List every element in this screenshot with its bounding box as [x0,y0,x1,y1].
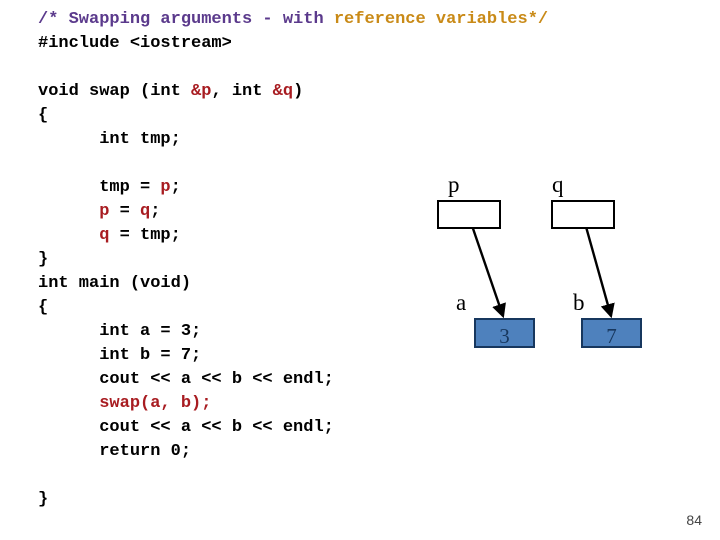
code-token: = [109,202,141,221]
code-token: int main (void) [38,274,192,293]
code-token: cout << a << b << endl; [38,418,334,437]
code-token: int a = 3; [38,322,202,341]
pointer-box-p [437,200,501,229]
code-token: void swap (int [38,82,192,101]
code-token: return 0; [38,442,192,461]
code-token: int b = 7; [38,346,202,365]
line-swap-call: swap(a, b); [38,392,548,416]
code-token: q [99,226,110,245]
code-token: ; [150,202,161,221]
code-token: ; [170,178,181,197]
line-cout-2: cout << a << b << endl; [38,416,548,440]
code-token: { [38,298,49,317]
code-token: reference variables*/ [333,10,549,29]
code-token: , int [211,82,273,101]
code-token: #include <iostream> [38,34,232,53]
pointer-box-q [551,200,615,229]
code-token: /* Swapping arguments - with [38,10,334,29]
line-blank-2 [38,152,548,176]
line-comment: /* Swapping arguments - with reference v… [38,8,548,32]
code-token: tmp = [38,178,161,197]
code-token: p [99,202,110,221]
code-token: = tmp; [109,226,181,245]
code-token: q [140,202,151,221]
code-listing: /* Swapping arguments - with reference v… [38,8,548,512]
line-return: return 0; [38,440,548,464]
page-number: 84 [686,512,702,528]
line-include: #include <iostream> [38,32,548,56]
variable-box-b: 7 [581,318,642,348]
line-blank-3 [38,464,548,488]
variable-box-a: 3 [474,318,535,348]
code-token: &q [272,82,294,101]
line-blank-1 [38,56,548,80]
line-a-decl: int a = 3; [38,320,548,344]
code-token: int tmp; [38,130,181,149]
line-swap-open: { [38,104,548,128]
variable-label-a: a [456,290,467,315]
line-main-sig: int main (void) [38,272,548,296]
line-tmp-decl: int tmp; [38,128,548,152]
variable-label-b: b [573,290,585,315]
code-token: } [38,250,49,269]
slide-canvas: /* Swapping arguments - with reference v… [0,0,720,540]
code-token: } [38,490,49,509]
code-token: p [160,178,171,197]
line-cout-1: cout << a << b << endl; [38,368,548,392]
pointer-label-q: q [552,172,564,197]
arrow-q-to-b [581,215,615,319]
pointer-label-p: p [448,172,460,197]
code-token: &p [191,82,212,101]
line-main-open: { [38,296,548,320]
line-swap-sig: void swap (int &p, int &q) [38,80,548,104]
code-token: ) [293,82,304,101]
code-token: swap(a, b); [99,394,212,413]
code-token: { [38,106,49,125]
code-token: cout << a << b << endl; [38,370,334,389]
line-tmp-assign: tmp = p; [38,176,548,200]
line-swap-close: } [38,248,548,272]
line-main-close: } [38,488,548,512]
line-b-decl: int b = 7; [38,344,548,368]
